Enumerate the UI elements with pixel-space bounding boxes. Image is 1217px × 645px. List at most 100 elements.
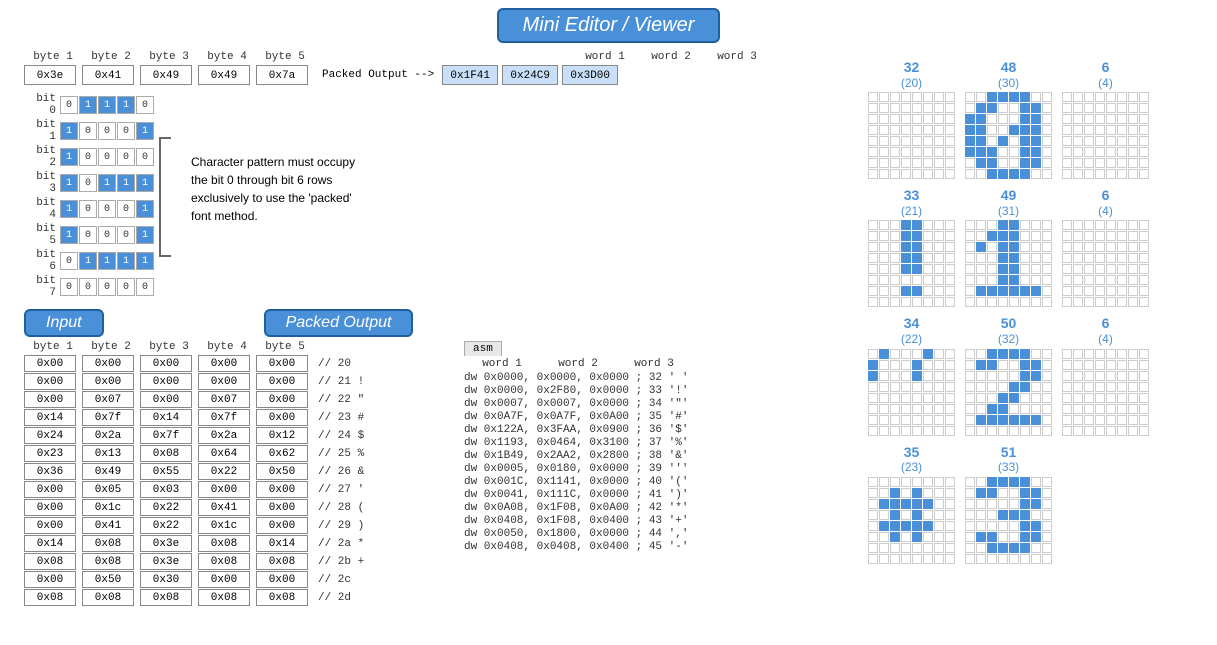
bit-cell-r6-c4[interactable]: 1 [136, 252, 154, 270]
bit-cell-r7-c2[interactable]: 0 [98, 278, 116, 296]
bit-cell-r4-c2[interactable]: 0 [98, 200, 116, 218]
bit-cell-r6-c2[interactable]: 1 [98, 252, 116, 270]
input-cell-r12-c4[interactable]: 0x00 [256, 571, 308, 588]
bit-cell-r5-c4[interactable]: 1 [136, 226, 154, 244]
input-cell-r0-c4[interactable]: 0x00 [256, 355, 308, 372]
byte-val-5[interactable]: 0x7a [256, 65, 308, 85]
input-cell-r13-c4[interactable]: 0x08 [256, 589, 308, 606]
input-cell-r2-c0[interactable]: 0x00 [24, 391, 76, 408]
input-cell-r0-c3[interactable]: 0x00 [198, 355, 250, 372]
bit-cell-r0-c1[interactable]: 1 [79, 96, 97, 114]
bit-cell-r1-c1[interactable]: 0 [79, 122, 97, 140]
input-cell-r13-c3[interactable]: 0x08 [198, 589, 250, 606]
input-cell-r11-c0[interactable]: 0x08 [24, 553, 76, 570]
byte-val-2[interactable]: 0x41 [82, 65, 134, 85]
bit-cell-r0-c2[interactable]: 1 [98, 96, 116, 114]
input-cell-r3-c0[interactable]: 0x14 [24, 409, 76, 426]
input-cell-r8-c3[interactable]: 0x41 [198, 499, 250, 516]
byte-val-1[interactable]: 0x3e [24, 65, 76, 85]
input-cell-r0-c0[interactable]: 0x00 [24, 355, 76, 372]
input-cell-r9-c1[interactable]: 0x41 [82, 517, 134, 534]
input-cell-r4-c0[interactable]: 0x24 [24, 427, 76, 444]
input-cell-r7-c1[interactable]: 0x05 [82, 481, 134, 498]
input-cell-r13-c0[interactable]: 0x08 [24, 589, 76, 606]
input-cell-r1-c0[interactable]: 0x00 [24, 373, 76, 390]
input-cell-r7-c3[interactable]: 0x00 [198, 481, 250, 498]
input-cell-r1-c3[interactable]: 0x00 [198, 373, 250, 390]
bit-cell-r6-c1[interactable]: 1 [79, 252, 97, 270]
bit-cell-r3-c4[interactable]: 1 [136, 174, 154, 192]
bit-cell-r2-c2[interactable]: 0 [98, 148, 116, 166]
input-cell-r4-c4[interactable]: 0x12 [256, 427, 308, 444]
bit-cell-r4-c4[interactable]: 1 [136, 200, 154, 218]
input-cell-r3-c1[interactable]: 0x7f [82, 409, 134, 426]
byte-val-3[interactable]: 0x49 [140, 65, 192, 85]
bit-cell-r3-c0[interactable]: 1 [60, 174, 78, 192]
bit-cell-r1-c2[interactable]: 0 [98, 122, 116, 140]
input-cell-r6-c1[interactable]: 0x49 [82, 463, 134, 480]
bit-cell-r3-c3[interactable]: 1 [117, 174, 135, 192]
bit-cell-r5-c2[interactable]: 0 [98, 226, 116, 244]
input-cell-r4-c2[interactable]: 0x7f [140, 427, 192, 444]
input-cell-r8-c0[interactable]: 0x00 [24, 499, 76, 516]
bit-cell-r2-c0[interactable]: 1 [60, 148, 78, 166]
bit-cell-r5-c1[interactable]: 0 [79, 226, 97, 244]
input-cell-r5-c0[interactable]: 0x23 [24, 445, 76, 462]
input-cell-r10-c4[interactable]: 0x14 [256, 535, 308, 552]
input-cell-r0-c2[interactable]: 0x00 [140, 355, 192, 372]
input-cell-r4-c3[interactable]: 0x2a [198, 427, 250, 444]
input-cell-r4-c1[interactable]: 0x2a [82, 427, 134, 444]
input-cell-r2-c3[interactable]: 0x07 [198, 391, 250, 408]
input-cell-r10-c1[interactable]: 0x08 [82, 535, 134, 552]
input-cell-r12-c0[interactable]: 0x00 [24, 571, 76, 588]
bit-cell-r7-c4[interactable]: 0 [136, 278, 154, 296]
input-cell-r9-c4[interactable]: 0x00 [256, 517, 308, 534]
input-cell-r9-c2[interactable]: 0x22 [140, 517, 192, 534]
bit-cell-r2-c1[interactable]: 0 [79, 148, 97, 166]
bit-cell-r5-c0[interactable]: 1 [60, 226, 78, 244]
input-cell-r11-c2[interactable]: 0x3e [140, 553, 192, 570]
input-cell-r3-c2[interactable]: 0x14 [140, 409, 192, 426]
bit-cell-r0-c0[interactable]: 0 [60, 96, 78, 114]
input-cell-r8-c4[interactable]: 0x00 [256, 499, 308, 516]
input-cell-r5-c2[interactable]: 0x08 [140, 445, 192, 462]
bit-cell-r2-c4[interactable]: 0 [136, 148, 154, 166]
input-cell-r0-c1[interactable]: 0x00 [82, 355, 134, 372]
input-cell-r13-c2[interactable]: 0x08 [140, 589, 192, 606]
bit-cell-r6-c3[interactable]: 1 [117, 252, 135, 270]
bit-cell-r5-c3[interactable]: 0 [117, 226, 135, 244]
bit-cell-r3-c1[interactable]: 0 [79, 174, 97, 192]
input-cell-r7-c4[interactable]: 0x00 [256, 481, 308, 498]
input-cell-r6-c0[interactable]: 0x36 [24, 463, 76, 480]
byte-val-4[interactable]: 0x49 [198, 65, 250, 85]
input-cell-r2-c4[interactable]: 0x00 [256, 391, 308, 408]
input-cell-r9-c0[interactable]: 0x00 [24, 517, 76, 534]
bit-cell-r0-c4[interactable]: 0 [136, 96, 154, 114]
input-cell-r5-c1[interactable]: 0x13 [82, 445, 134, 462]
bit-cell-r3-c2[interactable]: 1 [98, 174, 116, 192]
bit-cell-r4-c1[interactable]: 0 [79, 200, 97, 218]
input-cell-r12-c3[interactable]: 0x00 [198, 571, 250, 588]
input-cell-r10-c3[interactable]: 0x08 [198, 535, 250, 552]
bit-cell-r4-c3[interactable]: 0 [117, 200, 135, 218]
input-cell-r2-c2[interactable]: 0x00 [140, 391, 192, 408]
input-cell-r1-c4[interactable]: 0x00 [256, 373, 308, 390]
bit-cell-r1-c0[interactable]: 1 [60, 122, 78, 140]
input-cell-r11-c3[interactable]: 0x08 [198, 553, 250, 570]
input-cell-r12-c1[interactable]: 0x50 [82, 571, 134, 588]
input-cell-r7-c2[interactable]: 0x03 [140, 481, 192, 498]
input-cell-r11-c4[interactable]: 0x08 [256, 553, 308, 570]
input-cell-r13-c1[interactable]: 0x08 [82, 589, 134, 606]
input-cell-r8-c1[interactable]: 0x1c [82, 499, 134, 516]
input-cell-r12-c2[interactable]: 0x30 [140, 571, 192, 588]
bit-cell-r7-c3[interactable]: 0 [117, 278, 135, 296]
bit-cell-r6-c0[interactable]: 0 [60, 252, 78, 270]
input-cell-r1-c1[interactable]: 0x00 [82, 373, 134, 390]
bit-cell-r1-c3[interactable]: 0 [117, 122, 135, 140]
bit-cell-r7-c1[interactable]: 0 [79, 278, 97, 296]
input-cell-r11-c1[interactable]: 0x08 [82, 553, 134, 570]
bit-cell-r0-c3[interactable]: 1 [117, 96, 135, 114]
input-cell-r1-c2[interactable]: 0x00 [140, 373, 192, 390]
bit-cell-r2-c3[interactable]: 0 [117, 148, 135, 166]
input-cell-r6-c3[interactable]: 0x22 [198, 463, 250, 480]
